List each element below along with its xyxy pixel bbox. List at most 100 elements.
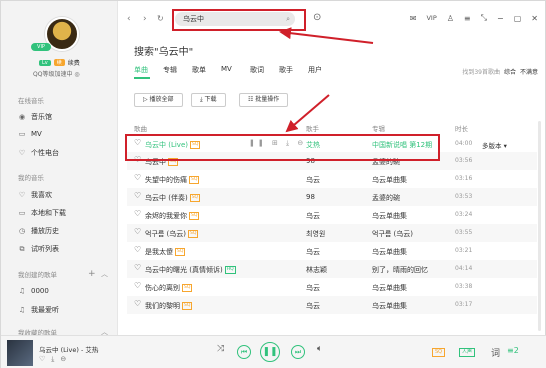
shuffle-icon[interactable]: ⤨ [217,344,224,354]
heart-icon[interactable]: ♡ [134,227,141,236]
heart-icon[interactable]: ♡ [134,245,141,254]
feedback-link[interactable]: 不满意 [520,67,538,76]
back-icon[interactable]: ‹ [127,14,131,24]
heart-icon[interactable]: ♡ [134,209,141,218]
heart-icon[interactable]: ♡ [134,281,141,290]
tab-mv[interactable]: MV [221,65,250,75]
song-album[interactable]: 孟婆的碗 [372,193,400,203]
song-singer[interactable]: 98 [306,193,315,201]
refresh-icon[interactable]: ↻ [157,14,164,23]
skin-icon[interactable]: ♙ [447,14,454,23]
tab-singers[interactable]: 歌手 [279,65,308,75]
renew-link[interactable]: 续费 [68,58,80,67]
song-singer[interactable]: 乌云 [306,301,320,311]
sidebar-item-local[interactable]: ▭ 本地和下载 [18,208,66,218]
vip-button[interactable]: VIP [426,14,436,22]
heart-icon[interactable]: ♡ [134,173,141,182]
table-row[interactable]: ♡ 我们的黎明 SQ 乌云 乌云单曲集 03:17 [127,296,537,314]
play-all-button[interactable]: ▷ 播放全部 [134,93,183,107]
sort-relevance[interactable]: 综合 [504,67,516,76]
multi-version-button[interactable]: 多版本 ▾ [482,140,507,150]
table-row[interactable]: ♡ 억구름 (乌云) SQ 최영원 억구름 (乌云) 03:55 [127,224,537,242]
song-title[interactable]: 伤心的离别 SQ [145,283,193,293]
song-album[interactable]: 억구름 (乌云) [372,229,413,239]
listen-identify-icon[interactable]: ⊙ [313,12,321,23]
song-title[interactable]: 失望中的伤痛 SQ [145,175,200,185]
mail-icon[interactable]: ✉ [410,14,417,23]
song-title[interactable]: 억구름 (乌云) SQ [145,229,199,239]
song-singer[interactable]: 乌云 [306,211,320,221]
tab-albums[interactable]: 专辑 [163,65,192,75]
song-title[interactable]: 是我太傻 SQ [145,247,186,257]
tab-lyrics[interactable]: 歌词 [250,65,279,75]
song-title[interactable]: 乌云中 (伴奏) SQ [145,193,201,203]
song-album[interactable]: 乌云单曲集 [372,301,407,311]
heart-icon[interactable]: ♡ [39,355,45,364]
sidebar-item-audition[interactable]: ⧉ 试听列表 [18,244,60,254]
tab-songs[interactable]: 单曲 [134,65,163,75]
maximize-icon[interactable]: ▢ [514,14,522,23]
table-row[interactable]: ♡ 失望中的伤痛 SQ 乌云 乌云单曲集 03:16 [127,170,537,188]
mini-mode-icon[interactable]: ⤡ [481,13,487,23]
level2-badge[interactable]: 续 [53,59,65,66]
table-row[interactable]: ♡ 伤心的离别 SQ 乌云 乌云单曲集 03:38 [127,278,537,296]
download-icon[interactable]: ⤓ [51,355,54,364]
sound-effect-badge[interactable]: 人声 [459,348,476,357]
song-album[interactable]: 乌云单曲集 [372,211,407,221]
sidebar-item-playlist-favorite[interactable]: ♫ 我最爱听 [18,305,59,315]
quality-badge: SQ [182,284,193,292]
sidebar-item-radio[interactable]: ♡ 个性电台 [18,148,59,158]
forward-icon[interactable]: › [143,14,147,24]
table-row[interactable]: ♡ 是我太傻 SQ 乌云 乌云单曲集 03:21 [127,242,537,260]
level-badge[interactable]: Lv [39,59,51,66]
heart-icon[interactable]: ♡ [134,191,141,200]
quality-badge[interactable]: SQ [432,348,446,357]
minimize-icon[interactable]: − [497,14,504,23]
song-title[interactable]: 余烬的我爱你 SQ [145,211,200,221]
sidebar-item-history[interactable]: ◷ 播放历史 [18,226,59,236]
lyric-button[interactable]: 词 [491,346,500,359]
song-title[interactable]: 我们的黎明 SQ [145,301,193,311]
pause-button[interactable]: ❚❚ [260,342,280,362]
song-singer[interactable]: 林志颖 [306,265,327,275]
quality-badge: HQ [224,266,236,274]
close-icon[interactable]: ✕ [531,14,538,23]
menu-icon[interactable]: ≡ [464,14,471,23]
song-album[interactable]: 乌云单曲集 [372,283,407,293]
radio-icon: ♡ [18,149,26,157]
heart-icon[interactable]: ♡ [134,299,141,308]
tab-playlists[interactable]: 歌单 [192,65,221,75]
next-button[interactable]: ⏭ [291,345,305,359]
song-album[interactable]: 别了，晴雨的回忆 [372,265,428,275]
scrollbar[interactable] [538,121,541,331]
sidebar-item-favorites[interactable]: ♡ 我喜欢 [18,190,52,200]
playlist-count[interactable]: ≡2 [507,346,519,355]
sidebar-item-mv[interactable]: ▭ MV [18,130,42,138]
now-playing-title[interactable]: 乌云中 (Live) - 艾热 [39,344,98,354]
table-row[interactable]: ♡ 余烬的我爱你 SQ 乌云 乌云单曲集 03:24 [127,206,537,224]
table-row[interactable]: ♡ 乌云中的曙光 (真情倾诉) HQ 林志颖 别了，晴雨的回忆 04:14 [127,260,537,278]
song-album[interactable]: 乌云单曲集 [372,175,407,185]
chevron-up-icon[interactable]: ︿ [101,327,108,335]
chevron-up-icon[interactable]: ︿ [101,269,108,279]
sidebar-item-music-hall[interactable]: ◉ 音乐馆 [18,112,52,122]
heart-icon[interactable]: ♡ [134,263,141,272]
previous-button[interactable]: ⏮ [237,345,251,359]
song-singer[interactable]: 乌云 [306,247,320,257]
table-row[interactable]: ♡ 乌云中 (伴奏) SQ 98 孟婆的碗 03:53 [127,188,537,206]
more-icon[interactable]: ⊖ [60,355,66,364]
song-singer[interactable]: 乌云 [306,283,320,293]
user-subtitle[interactable]: QQ等级加速中 ◎ [33,69,80,78]
song-singer[interactable]: 乌云 [306,175,320,185]
tab-users[interactable]: 用户 [308,65,337,75]
song-singer[interactable]: 최영원 [306,229,325,239]
sidebar-item-label: 试听列表 [31,245,59,253]
download-button[interactable]: ⤓ 下载 [191,93,226,107]
volume-icon[interactable]: 🔈︎ [317,344,322,354]
sidebar-item-playlist-0000[interactable]: ♫ 0000 [18,287,49,295]
batch-button[interactable]: ☷ 批量操作 [239,93,289,107]
song-album[interactable]: 乌云单曲集 [372,247,407,257]
plus-icon[interactable]: + [88,269,96,279]
album-cover[interactable] [7,340,33,366]
song-title[interactable]: 乌云中的曙光 (真情倾诉) HQ [145,265,236,275]
